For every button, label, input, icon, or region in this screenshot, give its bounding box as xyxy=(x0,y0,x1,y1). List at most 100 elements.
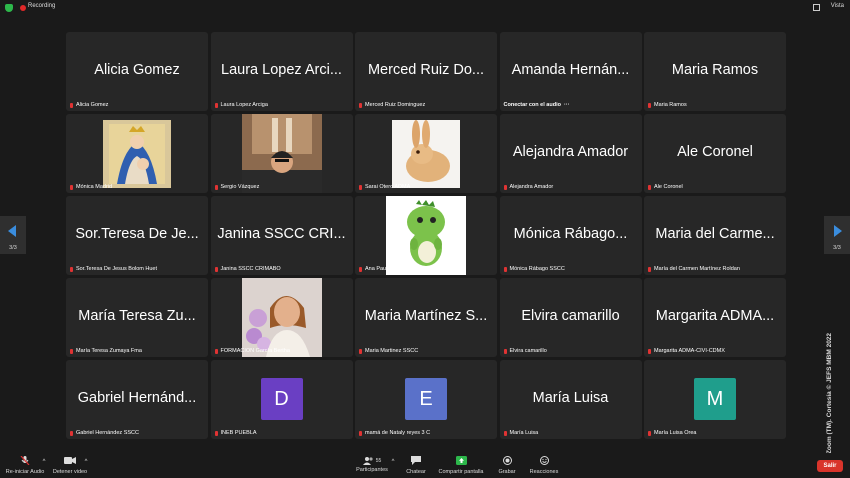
participant-label: Mónica Madrid xyxy=(70,184,112,190)
participant-name: Mónica Rábago... xyxy=(513,226,628,242)
view-grid-icon[interactable] xyxy=(813,4,820,11)
participant-label-text: Alejandra Amador xyxy=(509,184,554,190)
participant-tile[interactable]: Gabriel Hernánd... Gabriel Hernández SSC… xyxy=(66,360,208,439)
participant-label: Sarai Otero ADMA xyxy=(359,184,410,190)
share-screen-button[interactable]: Compartir pantalla xyxy=(436,456,486,475)
profile-picture xyxy=(103,120,171,188)
page-indicator-left: 3/3 xyxy=(9,245,17,251)
participant-tile[interactable]: Alejandra Amador Alejandra Amador xyxy=(499,114,642,193)
mic-muted-icon xyxy=(214,102,218,108)
participant-grid: Alicia Gomez Alicia Gomez Laura Lopez Ar… xyxy=(66,32,786,439)
participant-name: Maria Martínez S... xyxy=(364,308,488,324)
reactions-button[interactable]: Reacciones xyxy=(526,456,562,475)
participants-button-label: Participantes xyxy=(356,467,388,473)
participant-tile[interactable]: E mamá de Nataly reyes 3 C xyxy=(355,360,497,439)
previous-page-button[interactable]: 3/3 xyxy=(0,216,26,254)
next-page-button[interactable]: 3/3 xyxy=(824,216,850,254)
participant-tile[interactable]: Maria Ramos Maria Ramos xyxy=(644,32,786,111)
chat-bubble-icon xyxy=(411,456,421,465)
participant-tile[interactable]: M María Luisa Orea xyxy=(644,360,786,439)
participant-label: Alejandra Amador xyxy=(503,184,554,190)
mic-muted-icon xyxy=(70,184,73,190)
participant-label: Merced Ruiz Dominguez xyxy=(359,102,425,108)
participant-tile[interactable]: FORMACION García Bertha xyxy=(210,278,353,357)
participant-tile[interactable]: Mónica Madrid xyxy=(66,114,208,193)
mic-muted-icon xyxy=(359,102,362,108)
participant-tile[interactable]: Mónica Rábago... Mónica Rábago SSCC xyxy=(499,196,642,275)
chat-button[interactable]: Chatear xyxy=(402,456,430,475)
mic-muted-icon xyxy=(503,266,507,272)
record-icon xyxy=(502,456,512,465)
participant-tile[interactable]: María Luisa María Luisa xyxy=(499,360,642,439)
mic-muted-icon xyxy=(359,266,362,272)
avatar: D xyxy=(260,378,303,420)
participant-label: Sergio Vázquez xyxy=(214,184,260,190)
participant-name: Sor.Teresa De Je... xyxy=(75,226,199,242)
participant-label-text: Margarita ADMA-CIVI-CDMX xyxy=(654,348,725,354)
participant-label: Ale Coronel xyxy=(648,184,683,190)
participants-count: 55 xyxy=(375,457,382,464)
participant-tile[interactable]: Amanda Hernán... Conectar con el audio ··… xyxy=(499,32,642,111)
record-button[interactable]: Grabar xyxy=(494,456,520,475)
leave-meeting-button[interactable]: Salir xyxy=(817,460,843,472)
participant-label: Mónica Rábago SSCC xyxy=(503,266,565,272)
participants-button[interactable]: 55 Participantes xyxy=(352,456,392,473)
mic-muted-icon xyxy=(70,266,73,272)
participant-tile[interactable]: Margarita ADMA... Margarita ADMA-CIVI-CD… xyxy=(644,278,786,357)
participants-options-chevron-icon[interactable]: ^ xyxy=(389,459,397,465)
participant-tile[interactable]: Janina SSCC CRI... Janina SSCC CRIMABO xyxy=(210,196,353,275)
participant-tile[interactable]: Sergio Vázquez xyxy=(210,114,353,193)
connecting-dots-icon: ··· xyxy=(563,102,570,108)
participant-name: Elvira camarillo xyxy=(521,308,620,324)
participant-name: Ale Coronel xyxy=(677,144,753,160)
participant-tile[interactable]: Maria Martínez S... Maria Martinez SSCC xyxy=(355,278,497,357)
avatar: E xyxy=(405,378,447,420)
participant-tile[interactable]: Sarai Otero ADMA xyxy=(355,114,497,193)
participant-tile[interactable]: Ana Pau xyxy=(355,196,497,275)
participant-name: María Luisa xyxy=(532,390,609,406)
reactions-button-label: Reacciones xyxy=(529,469,559,475)
participant-label-text: FORMACION García Bertha xyxy=(220,348,290,354)
participant-tile[interactable]: Laura Lopez Arci... Laura Lopez Arciga xyxy=(210,32,353,111)
participant-label-text: INEB PUEBLA xyxy=(220,430,257,436)
chevron-left-icon xyxy=(8,225,16,237)
audio-options-chevron-icon[interactable]: ^ xyxy=(40,459,48,465)
mic-muted-icon xyxy=(214,348,218,354)
participant-tile[interactable]: Maria del Carme... María del Carmen Mart… xyxy=(644,196,786,275)
mic-muted-icon xyxy=(214,266,218,272)
mic-muted-icon xyxy=(648,184,651,190)
participant-tile[interactable]: Ale Coronel Ale Coronel xyxy=(644,114,786,193)
participant-name: Amanda Hernán... xyxy=(511,62,630,78)
participant-tile[interactable]: Elvira camarillo Elvira camarillo xyxy=(499,278,642,357)
participant-name: Merced Ruiz Do... xyxy=(367,62,485,78)
page-indicator-right: 3/3 xyxy=(833,245,841,251)
participant-label-text: Sergio Vázquez xyxy=(220,184,260,190)
participant-label: Ana Pau xyxy=(359,266,386,272)
participant-tile[interactable]: Sor.Teresa De Je... Sor.Teresa De Jesus … xyxy=(66,196,208,275)
participant-label-text: Mónica Rábago SSCC xyxy=(509,266,565,272)
security-shield-icon[interactable] xyxy=(5,4,13,12)
participant-label: Margarita ADMA-CIVI-CDMX xyxy=(648,348,725,354)
participant-label: Alicia Gomez xyxy=(70,102,108,108)
participant-tile[interactable]: D INEB PUEBLA xyxy=(210,360,353,439)
mic-muted-icon xyxy=(648,348,651,354)
participant-label-text: Alicia Gomez xyxy=(76,102,109,108)
participant-label-text: Conectar con el audio xyxy=(503,102,561,108)
view-button[interactable]: Vista xyxy=(831,3,844,9)
participant-label: Janina SSCC CRIMABO xyxy=(214,266,281,272)
participant-label-text: Elvira camarillo xyxy=(509,348,547,354)
participant-tile[interactable]: Merced Ruiz Do... Merced Ruiz Dominguez xyxy=(355,32,497,111)
participant-name: Alejandra Amador xyxy=(512,144,629,160)
participant-label-text: María Teresa Zumaya Fma xyxy=(76,348,142,354)
video-options-chevron-icon[interactable]: ^ xyxy=(82,459,90,465)
participant-label: FORMACION García Bertha xyxy=(214,348,290,354)
mic-muted-icon xyxy=(70,102,73,108)
participant-label: Laura Lopez Arciga xyxy=(214,102,268,108)
participant-label: Gabriel Hernández SSCC xyxy=(70,430,139,436)
participant-label: Elvira camarillo xyxy=(503,348,547,354)
participant-label-text: María del Carmen Martínez Roldan xyxy=(654,266,740,272)
participant-tile[interactable]: María Teresa Zu... María Teresa Zumaya F… xyxy=(66,278,208,357)
mic-muted-icon xyxy=(359,430,362,436)
participant-tile[interactable]: Alicia Gomez Alicia Gomez xyxy=(66,32,208,111)
participant-name: Laura Lopez Arci... xyxy=(221,62,342,78)
